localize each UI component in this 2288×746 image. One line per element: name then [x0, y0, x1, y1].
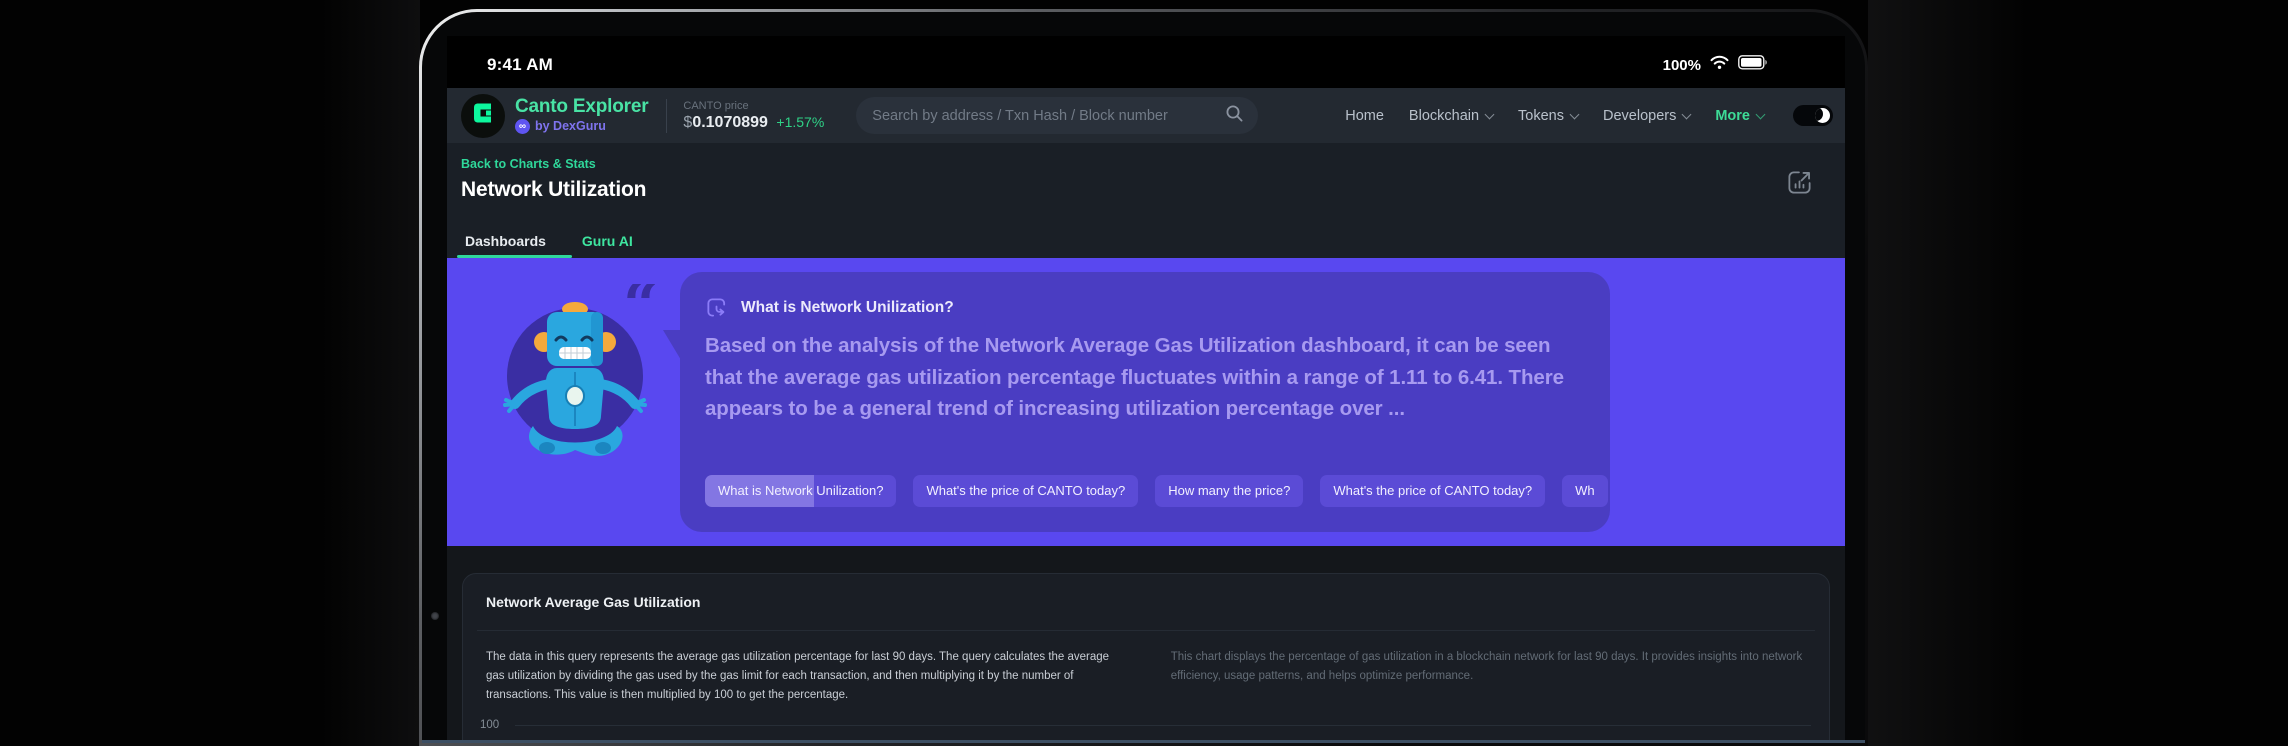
- price-row: $0.1070899 +1.57%: [683, 114, 824, 132]
- brand-block[interactable]: Canto Explorer ∞ by DexGuru: [515, 97, 648, 135]
- y-axis-label: 100: [480, 719, 507, 731]
- bottom-edge-strip: [422, 740, 1865, 743]
- chart-export-icon[interactable]: [1786, 169, 1813, 201]
- price-value: $0.1070899: [683, 114, 768, 131]
- nav-item-blockchain[interactable]: Blockchain: [1409, 108, 1493, 124]
- tab-dashboards[interactable]: Dashboards: [461, 233, 550, 258]
- battery-percent: 100%: [1663, 57, 1701, 74]
- search-icon[interactable]: [1225, 104, 1244, 128]
- tablet-device: 9:41 AM 100%: [419, 9, 1868, 746]
- chart-axis-row: 100: [480, 719, 1815, 731]
- chevron-down-icon: [1485, 109, 1495, 119]
- status-bar: 9:41 AM 100%: [447, 36, 1845, 88]
- canto-logo[interactable]: [461, 94, 505, 138]
- screenshot-stage: 9:41 AM 100%: [0, 0, 2288, 746]
- guru-ai-panel: “: [447, 258, 1845, 546]
- suggestion-chips: What is Network Unilization? What's the …: [705, 475, 1610, 507]
- suggestion-chip-clipped[interactable]: Wh: [1562, 475, 1608, 507]
- card-descriptions: The data in this query represents the av…: [477, 631, 1815, 705]
- tablet-bezel: 9:41 AM 100%: [422, 12, 1865, 743]
- chevron-down-icon: [1570, 109, 1580, 119]
- moon-toggle-icon: [1815, 108, 1830, 123]
- price-block: CANTO price $0.1070899 +1.57%: [683, 100, 824, 132]
- suggestion-chip[interactable]: What's the price of CANTO today?: [913, 475, 1138, 507]
- card-title: Network Average Gas Utilization: [486, 594, 700, 610]
- nav-item-more[interactable]: More: [1715, 108, 1764, 124]
- quote-mark: “: [623, 284, 659, 341]
- ai-answer: Based on the analysis of the Network Ave…: [705, 330, 1589, 425]
- byline: ∞ by DexGuru: [515, 119, 648, 134]
- suggestion-chip[interactable]: What's the price of CANTO today?: [1320, 475, 1545, 507]
- dark-mode-toggle[interactable]: [1793, 105, 1833, 126]
- brand-name: Canto Explorer: [515, 97, 648, 118]
- page-head: Back to Charts & Stats Network Utilizati…: [447, 143, 1845, 258]
- header-divider: [666, 99, 667, 133]
- wifi-icon: [1710, 55, 1729, 75]
- question-row: What is Network Unilization?: [705, 296, 954, 319]
- card-header: Network Average Gas Utilization: [477, 574, 1815, 631]
- canto-explorer-app: Canto Explorer ∞ by DexGuru CANTO price …: [447, 88, 1845, 743]
- robot-mascot: “: [487, 284, 667, 504]
- canto-logo-icon: [470, 100, 496, 131]
- nav-item-developers[interactable]: Developers: [1603, 108, 1690, 124]
- query-description: The data in this query represents the av…: [486, 648, 1121, 705]
- price-label: CANTO price: [683, 100, 824, 112]
- status-indicators: 100%: [1663, 55, 1768, 75]
- dashboard-area: Network Average Gas Utilization The data…: [447, 546, 1845, 743]
- breadcrumb[interactable]: Back to Charts & Stats: [461, 157, 1845, 171]
- gridline: [515, 725, 1811, 726]
- tab-guru-ai[interactable]: Guru AI: [578, 233, 637, 258]
- front-camera: [431, 612, 439, 620]
- device-shadow-right: [1868, 0, 2058, 746]
- dexguru-badge-icon: ∞: [515, 119, 530, 134]
- byline-text: by DexGuru: [535, 120, 606, 134]
- chart-description: This chart displays the percentage of ga…: [1171, 648, 1815, 705]
- status-time: 9:41 AM: [487, 55, 553, 75]
- search-bar[interactable]: [856, 97, 1258, 134]
- suggestion-chip[interactable]: How many the price?: [1155, 475, 1303, 507]
- tablet-screen: 9:41 AM 100%: [447, 36, 1845, 743]
- page-title: Network Utilization: [461, 178, 1845, 202]
- speech-bubble: What is Network Unilization? Based on th…: [680, 272, 1610, 532]
- price-change: +1.57%: [776, 114, 824, 130]
- main-nav: Home Blockchain Tokens Developers More: [1345, 105, 1833, 126]
- chevron-down-icon: [1682, 109, 1692, 119]
- search-input[interactable]: [872, 108, 1225, 124]
- ai-question: What is Network Unilization?: [741, 299, 954, 317]
- chevron-down-icon: [1756, 109, 1766, 119]
- speech-bubble-tail: [663, 330, 681, 360]
- price-currency: $: [683, 114, 692, 131]
- suggestion-chip[interactable]: What is Network Unilization?: [705, 475, 896, 507]
- nav-item-tokens[interactable]: Tokens: [1518, 108, 1578, 124]
- battery-icon: [1738, 55, 1768, 75]
- nav-item-home[interactable]: Home: [1345, 108, 1384, 124]
- tab-bar: Dashboards Guru AI: [461, 233, 637, 258]
- device-shadow-left: [320, 0, 420, 746]
- app-header: Canto Explorer ∞ by DexGuru CANTO price …: [447, 88, 1845, 143]
- network-gas-card: Network Average Gas Utilization The data…: [462, 573, 1830, 743]
- quote-reply-icon: [705, 296, 728, 319]
